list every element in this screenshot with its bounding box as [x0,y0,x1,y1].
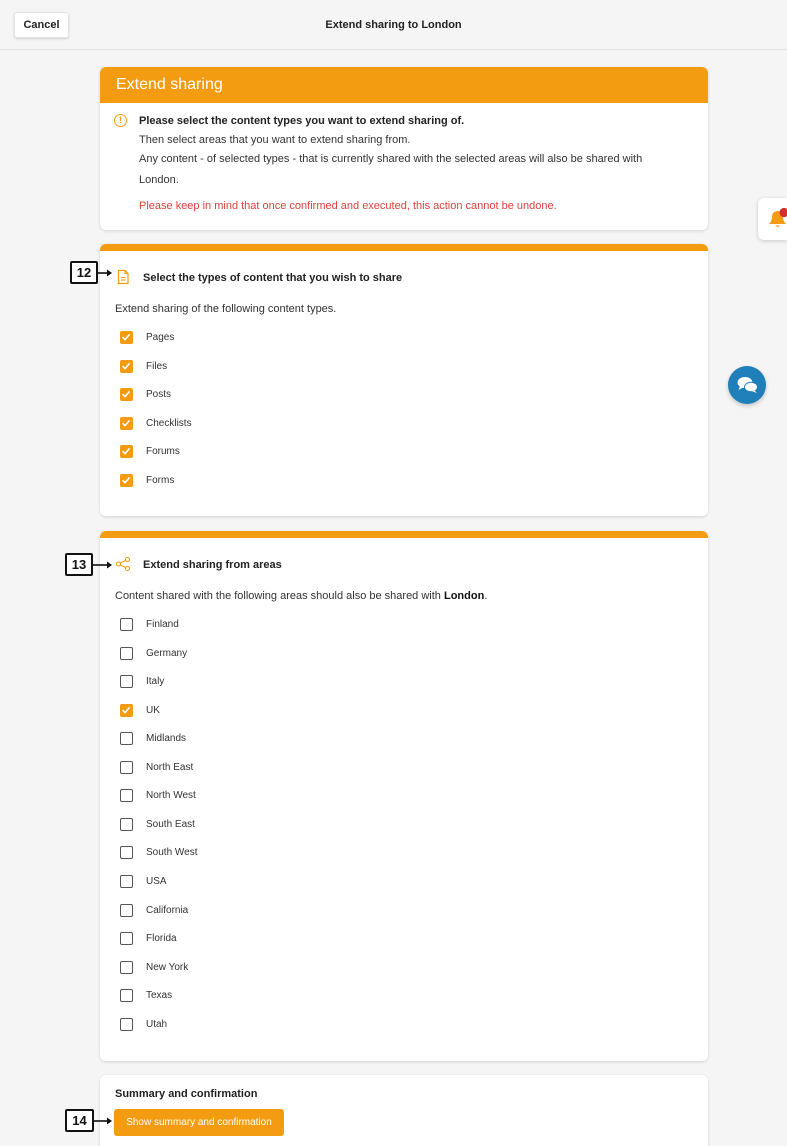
checkbox-unchecked[interactable] [120,846,133,860]
exclamation-circle-icon: ! [114,114,127,127]
checkbox-label: Posts [146,389,172,401]
checkmark-icon [122,391,131,398]
checkbox-checked[interactable] [120,388,133,402]
checkbox-checked[interactable] [120,359,133,373]
checkbox-label: Italy [146,676,165,688]
checkbox-label: Checklists [146,417,192,429]
summary-title: Summary and confirmation [115,1088,258,1100]
arrow-right-icon [93,561,112,569]
show-summary-button[interactable]: Show summary and confirmation [114,1109,284,1136]
checkbox-label: USA [146,875,167,887]
checkbox-unchecked[interactable] [120,874,133,888]
checkbox-label: South West [146,847,198,859]
checkbox-label: Florida [146,933,177,945]
checkbox-label: Forms [146,475,175,486]
checkbox-unchecked[interactable] [120,646,133,660]
checkbox-label: Texas [146,990,173,1002]
checkbox-label: Pages [146,332,175,343]
checkbox-label: North East [146,761,194,773]
irreversible-warning: Please keep in mind that once confirmed … [139,200,557,212]
areas-title: Extend sharing from areas [143,559,282,571]
checkbox-unchecked[interactable] [120,618,133,631]
card-accent-bar [100,531,708,538]
checkmark-icon [122,419,131,427]
target-area-name: London [443,590,485,602]
checkmark-icon [122,362,131,370]
checkbox-checked[interactable] [120,416,133,430]
checkbox-unchecked[interactable] [120,760,133,774]
checkbox-unchecked[interactable] [120,903,133,917]
checkbox-unchecked[interactable] [120,817,133,831]
checkbox-label: Finland [146,619,179,630]
checkbox-label: Germany [146,647,188,659]
areas-card: Extend sharing from areas Content shared… [100,531,708,1061]
checkbox-checked[interactable] [120,331,133,344]
checkbox-unchecked[interactable] [120,675,133,689]
document-icon [117,269,129,285]
arrow-right-icon [98,269,112,277]
annotation-marker-13: 13 [65,553,93,576]
intro-text-line: Then select areas that you want to exten… [139,134,411,146]
annotation-marker-14: 14 [65,1109,94,1132]
checkbox-unchecked[interactable] [120,960,133,974]
checkbox-label: Utah [146,1018,168,1030]
checkmark-icon [122,706,131,714]
chat-button[interactable] [728,366,766,404]
arrow-right-icon [94,1117,112,1125]
intro-text-line: London. [139,174,179,186]
content-types-subtitle: Extend sharing of the following content … [115,303,337,315]
checkbox-label: New York [146,961,189,973]
chat-bubbles-icon [737,377,758,393]
notifications-tab[interactable] [758,198,787,240]
page-title: Extend sharing to London [325,19,462,31]
intro-text-line: Any content - of selected types - that i… [139,153,643,165]
checkbox-unchecked[interactable] [120,789,133,803]
checkbox-checked[interactable] [120,703,133,717]
areas-subtitle-text: Content shared with the following areas … [115,590,444,602]
intro-header: Extend sharing [100,67,708,103]
checkbox-label: North West [146,790,196,802]
intro-instruction: Please select the content types you want… [139,115,465,127]
checkbox-unchecked[interactable] [120,932,133,946]
areas-subtitle-period: . [484,590,488,602]
checkbox-label: California [146,904,189,916]
card-accent-bar [100,244,708,251]
checkbox-label: Midlands [146,733,187,745]
checkbox-label: South East [146,818,195,830]
checkbox-label: Forums [146,446,180,458]
checkmark-icon [122,476,131,484]
content-types-title: Select the types of content that you wis… [143,272,403,284]
annotation-marker-12: 12 [70,261,98,284]
bell-icon [769,207,787,227]
areas-subtitle: Content shared with the following areas … [115,590,487,602]
checkmark-icon [122,448,131,456]
checkmark-icon [122,333,131,341]
content-types-card: Select the types of content that you wis… [100,244,708,516]
checkbox-label: Files [146,360,168,372]
summary-card: Summary and confirmation Show summary an… [100,1075,708,1146]
checkbox-unchecked[interactable] [120,732,133,746]
checkbox-checked[interactable] [120,474,133,487]
intro-card: Extend sharing ! Please select the conte… [100,67,708,230]
checkbox-label: UK [146,704,160,716]
share-icon [115,556,131,572]
top-bar: Cancel Extend sharing to London [0,0,787,50]
checkbox-checked[interactable] [120,445,133,459]
checkbox-unchecked[interactable] [120,1017,133,1031]
checkbox-unchecked[interactable] [120,989,133,1003]
